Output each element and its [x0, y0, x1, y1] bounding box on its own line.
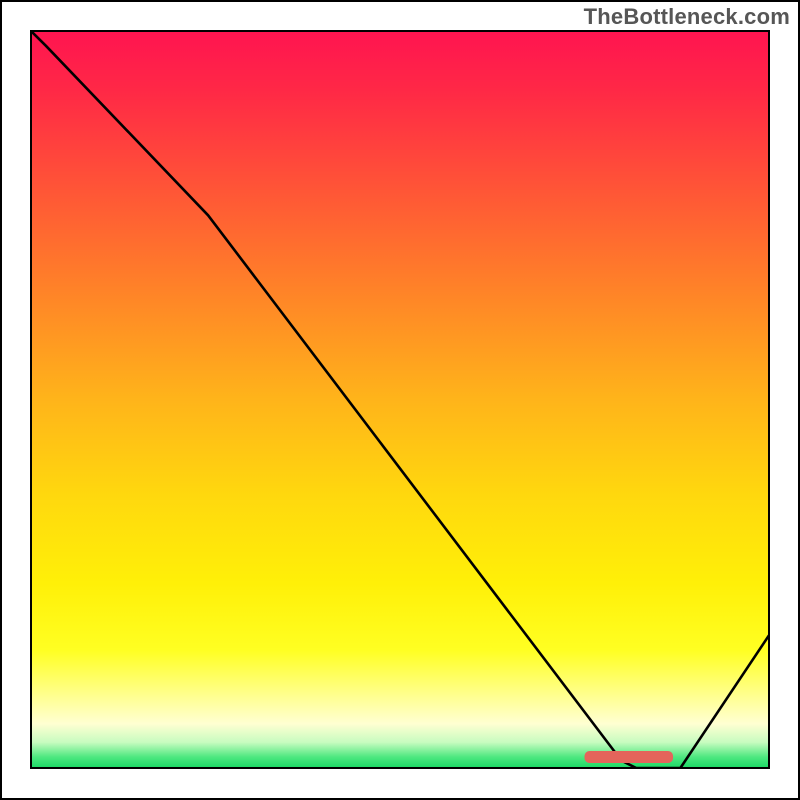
- minimum-marker: [585, 751, 674, 763]
- chart-canvas: TheBottleneck.com: [0, 0, 800, 800]
- chart-svg: [0, 0, 800, 800]
- watermark-label: TheBottleneck.com: [584, 4, 790, 30]
- gradient-background: [31, 31, 769, 768]
